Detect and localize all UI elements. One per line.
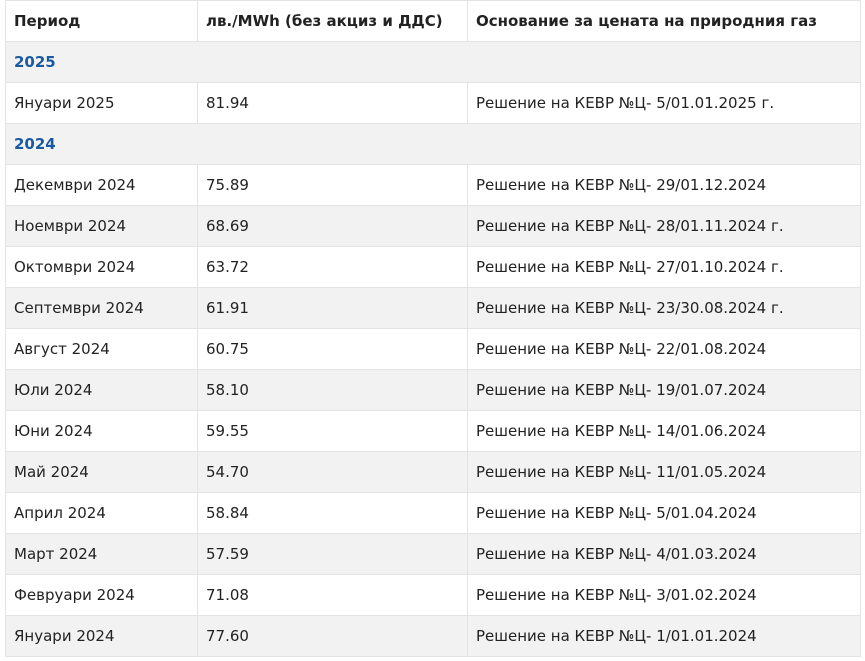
gas-price-table: Период лв./MWh (без акциз и ДДС) Основан…	[5, 0, 861, 657]
table-header-row: Период лв./MWh (без акциз и ДДС) Основан…	[5, 0, 861, 42]
period-cell: Март 2024	[5, 533, 198, 575]
basis-cell: Решение на КЕВР №Ц- 11/01.05.2024	[467, 451, 861, 493]
basis-cell: Решение на КЕВР №Ц- 28/01.11.2024 г.	[467, 205, 861, 247]
year-row: 2024	[5, 123, 861, 165]
price-cell: 71.08	[197, 574, 468, 616]
price-cell: 63.72	[197, 246, 468, 288]
period-cell: Февруари 2024	[5, 574, 198, 616]
basis-cell: Решение на КЕВР №Ц- 3/01.02.2024	[467, 574, 861, 616]
header-price: лв./MWh (без акциз и ДДС)	[197, 0, 468, 42]
basis-cell: Решение на КЕВР №Ц- 1/01.01.2024	[467, 615, 861, 657]
price-cell: 59.55	[197, 410, 468, 452]
table-row: Септември 2024 61.91 Решение на КЕВР №Ц-…	[5, 287, 861, 329]
period-cell: Април 2024	[5, 492, 198, 534]
header-basis: Основание за цената на природния газ	[467, 0, 861, 42]
period-cell: Август 2024	[5, 328, 198, 370]
period-cell: Ноември 2024	[5, 205, 198, 247]
price-cell: 77.60	[197, 615, 468, 657]
table-row: Април 2024 58.84 Решение на КЕВР №Ц- 5/0…	[5, 492, 861, 534]
year-label: 2025	[5, 41, 861, 83]
table-row: Юли 2024 58.10 Решение на КЕВР №Ц- 19/01…	[5, 369, 861, 411]
year-row: 2025	[5, 41, 861, 83]
table-row: Януари 2024 77.60 Решение на КЕВР №Ц- 1/…	[5, 615, 861, 657]
period-cell: Декември 2024	[5, 164, 198, 206]
price-cell: 68.69	[197, 205, 468, 247]
price-cell: 81.94	[197, 82, 468, 124]
period-cell: Януари 2024	[5, 615, 198, 657]
price-cell: 60.75	[197, 328, 468, 370]
basis-cell: Решение на КЕВР №Ц- 29/01.12.2024	[467, 164, 861, 206]
basis-cell: Решение на КЕВР №Ц- 27/01.10.2024 г.	[467, 246, 861, 288]
basis-cell: Решение на КЕВР №Ц- 19/01.07.2024	[467, 369, 861, 411]
price-cell: 58.10	[197, 369, 468, 411]
price-cell: 57.59	[197, 533, 468, 575]
basis-cell: Решение на КЕВР №Ц- 14/01.06.2024	[467, 410, 861, 452]
table-row: Юни 2024 59.55 Решение на КЕВР №Ц- 14/01…	[5, 410, 861, 452]
period-cell: Октомври 2024	[5, 246, 198, 288]
period-cell: Май 2024	[5, 451, 198, 493]
period-cell: Януари 2025	[5, 82, 198, 124]
table-row: Декември 2024 75.89 Решение на КЕВР №Ц- …	[5, 164, 861, 206]
price-cell: 75.89	[197, 164, 468, 206]
basis-cell: Решение на КЕВР №Ц- 23/30.08.2024 г.	[467, 287, 861, 329]
period-cell: Юли 2024	[5, 369, 198, 411]
header-period: Период	[5, 0, 198, 42]
price-cell: 58.84	[197, 492, 468, 534]
table-row: Февруари 2024 71.08 Решение на КЕВР №Ц- …	[5, 574, 861, 616]
price-cell: 61.91	[197, 287, 468, 329]
period-cell: Септември 2024	[5, 287, 198, 329]
table-row: Август 2024 60.75 Решение на КЕВР №Ц- 22…	[5, 328, 861, 370]
table-row: Май 2024 54.70 Решение на КЕВР №Ц- 11/01…	[5, 451, 861, 493]
table-row: Януари 2025 81.94 Решение на КЕВР №Ц- 5/…	[5, 82, 861, 124]
basis-cell: Решение на КЕВР №Ц- 22/01.08.2024	[467, 328, 861, 370]
basis-cell: Решение на КЕВР №Ц- 4/01.03.2024	[467, 533, 861, 575]
basis-cell: Решение на КЕВР №Ц- 5/01.04.2024	[467, 492, 861, 534]
table-row: Ноември 2024 68.69 Решение на КЕВР №Ц- 2…	[5, 205, 861, 247]
table-row: Март 2024 57.59 Решение на КЕВР №Ц- 4/01…	[5, 533, 861, 575]
basis-cell: Решение на КЕВР №Ц- 5/01.01.2025 г.	[467, 82, 861, 124]
table-row: Октомври 2024 63.72 Решение на КЕВР №Ц- …	[5, 246, 861, 288]
year-label: 2024	[5, 123, 861, 165]
period-cell: Юни 2024	[5, 410, 198, 452]
price-cell: 54.70	[197, 451, 468, 493]
